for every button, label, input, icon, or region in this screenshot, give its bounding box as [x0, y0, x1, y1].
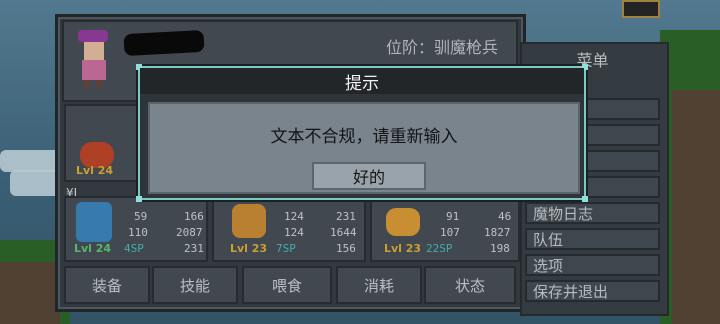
- dialog-title: 提示: [140, 68, 584, 94]
- alert-dialog: 提示 文本不合规，请重新输入 好的: [136, 64, 588, 202]
- dialog-corner: [136, 196, 142, 202]
- ok-button[interactable]: 好的: [312, 162, 426, 190]
- dialog-corner: [582, 196, 588, 202]
- dialog-body: 文本不合规，请重新输入 好的: [148, 102, 580, 194]
- dialog-message: 文本不合规，请重新输入: [270, 127, 458, 147]
